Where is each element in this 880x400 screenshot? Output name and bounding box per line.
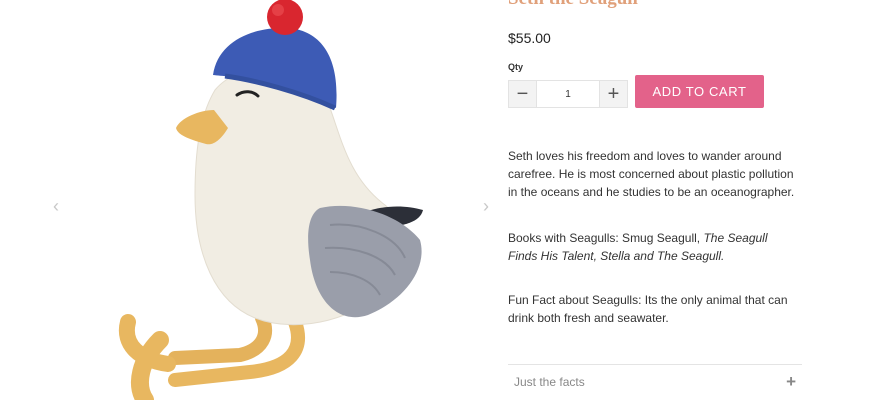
product-price: $55.00 <box>508 30 551 46</box>
product-info: Seth the Seagull $55.00 Qty − + ADD TO C… <box>508 0 808 400</box>
add-to-cart-button[interactable]: ADD TO CART <box>635 75 764 108</box>
seagull-leg-back <box>168 311 272 365</box>
accordion-label: Just the facts <box>514 375 585 389</box>
product-title: Seth the Seagull <box>508 0 638 10</box>
product-gallery: ‹ › <box>0 0 500 400</box>
qty-label: Qty <box>508 62 524 72</box>
description-paragraph: Seth loves his freedom and loves to wand… <box>508 149 795 199</box>
description-books: Books with Seagulls: Smug Seagull, The S… <box>508 229 798 265</box>
qty-increment-button[interactable]: + <box>600 81 627 107</box>
seagull-pompom <box>267 0 303 35</box>
qty-input[interactable] <box>536 81 600 107</box>
plus-icon: + <box>786 372 796 391</box>
product-image[interactable] <box>0 0 500 400</box>
chevron-right-icon[interactable]: › <box>479 196 493 216</box>
accordion-just-the-facts[interactable]: Just the facts + <box>508 364 802 400</box>
plus-icon: + <box>607 82 620 105</box>
chevron-left-icon[interactable]: ‹ <box>49 196 63 216</box>
minus-icon: − <box>516 82 529 105</box>
quantity-stepper: − + <box>508 80 628 108</box>
description-fun-fact: Fun Fact about Seagulls: Its the only an… <box>508 293 788 325</box>
books-prefix: Books with Seagulls: Smug Seagull, <box>508 231 704 245</box>
qty-decrement-button[interactable]: − <box>509 81 536 107</box>
